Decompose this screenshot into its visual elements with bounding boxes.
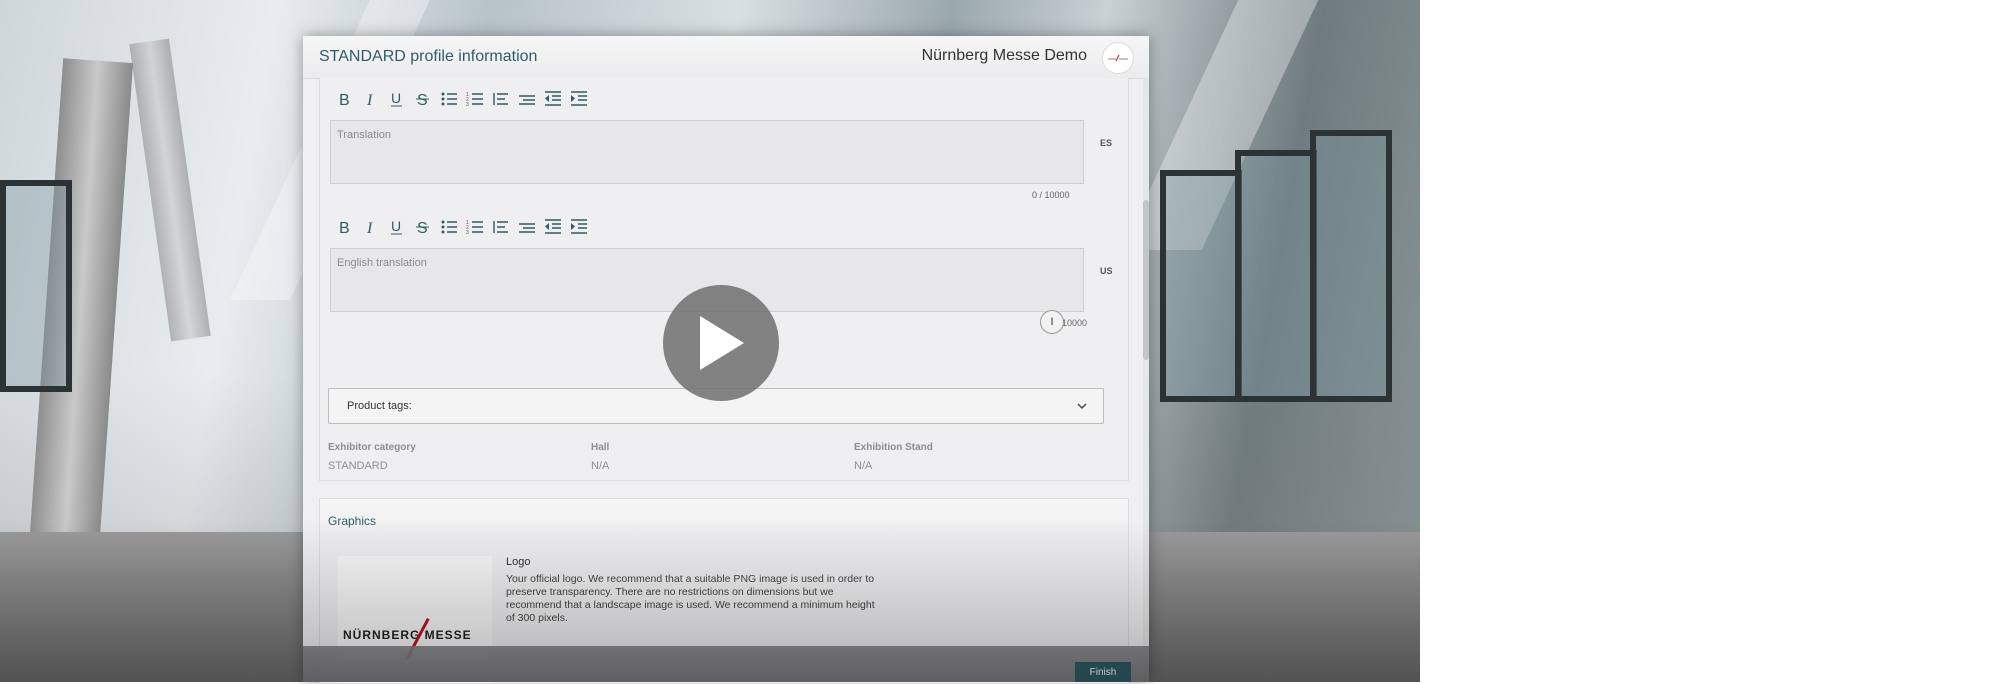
svg-text:U: U (391, 90, 401, 106)
bold-icon[interactable]: B (334, 88, 356, 110)
finish-button[interactable]: Finish (1075, 662, 1131, 682)
exhibition-stand-label: Exhibition Stand (854, 442, 933, 453)
modal-scrollbar[interactable] (1143, 78, 1149, 682)
language-es-label: ES (1100, 138, 1113, 148)
language-us-label: US (1100, 266, 1113, 276)
play-icon (700, 316, 744, 370)
scrollbar-thumb[interactable] (1143, 200, 1149, 360)
character-counter-us: 10000 (1062, 318, 1088, 328)
product-tags-label: Product tags: (347, 400, 412, 412)
svg-text:I: I (366, 92, 373, 108)
italic-icon[interactable]: I (360, 88, 382, 110)
graphics-header: Graphics (320, 499, 1128, 541)
bullet-list-icon[interactable] (438, 88, 460, 110)
modal-header: STANDARD profile information Nürnberg Me… (303, 36, 1149, 79)
numbered-list-icon[interactable]: 123 (464, 216, 486, 238)
modal-title: STANDARD profile information (319, 48, 538, 65)
indent-icon[interactable] (568, 216, 590, 238)
logo-wordmark: NÜRNBERG MESSE (343, 628, 472, 642)
logo-description: Your official logo. We recommend that a … (506, 573, 875, 624)
logo-label: Logo (506, 556, 531, 568)
translation-us-placeholder: English translation (337, 257, 427, 269)
align-justify-icon[interactable] (516, 216, 538, 238)
indent-icon[interactable] (568, 88, 590, 110)
underline-icon[interactable]: U (386, 216, 408, 238)
chevron-down-icon (1077, 403, 1087, 410)
organization-name: Nürnberg Messe Demo (921, 47, 1087, 64)
svg-text:3: 3 (466, 102, 469, 108)
outdent-icon[interactable] (542, 88, 564, 110)
align-justify-icon[interactable] (516, 88, 538, 110)
svg-text:S: S (417, 220, 428, 236)
align-left-icon[interactable] (490, 88, 512, 110)
exhibitor-category-label: Exhibitor category (328, 442, 416, 453)
align-left-icon[interactable] (490, 216, 512, 238)
svg-text:U: U (391, 218, 401, 234)
organization-logo-avatar[interactable] (1102, 42, 1134, 74)
svg-text:B: B (339, 220, 350, 236)
translation-es-editor[interactable]: Translation (330, 120, 1084, 184)
svg-text:S: S (417, 92, 428, 108)
exhibition-stand-value: N/A (854, 460, 873, 472)
hall-label: Hall (591, 442, 610, 453)
numbered-list-icon[interactable]: 123 (464, 88, 486, 110)
editor-toolbar-es: B I U S 123 (334, 88, 590, 110)
hall-value: N/A (591, 460, 610, 472)
bold-icon[interactable]: B (334, 216, 356, 238)
bullet-list-icon[interactable] (438, 216, 460, 238)
strikethrough-icon[interactable]: S (412, 216, 434, 238)
svg-text:I: I (366, 220, 373, 236)
italic-icon[interactable]: I (360, 216, 382, 238)
video-play-button[interactable] (663, 285, 779, 401)
profile-card: B I U S 123 Translation ES 0 / 10000 B I… (319, 78, 1129, 481)
graphics-title: Graphics (328, 514, 377, 528)
svg-text:3: 3 (466, 230, 469, 236)
underline-icon[interactable]: U (386, 88, 408, 110)
translation-es-placeholder: Translation (337, 129, 392, 141)
editor-toolbar-us: B I U S 123 (334, 216, 590, 238)
strikethrough-icon[interactable]: S (412, 88, 434, 110)
exhibitor-category-value: STANDARD (328, 460, 388, 472)
character-counter-es: 0 / 10000 (1032, 190, 1070, 200)
modal-footer: Finish (303, 646, 1149, 682)
mini-logo-icon (1108, 54, 1128, 62)
text-cursor-icon: I (1040, 310, 1064, 334)
outdent-icon[interactable] (542, 216, 564, 238)
svg-text:B: B (339, 92, 350, 108)
